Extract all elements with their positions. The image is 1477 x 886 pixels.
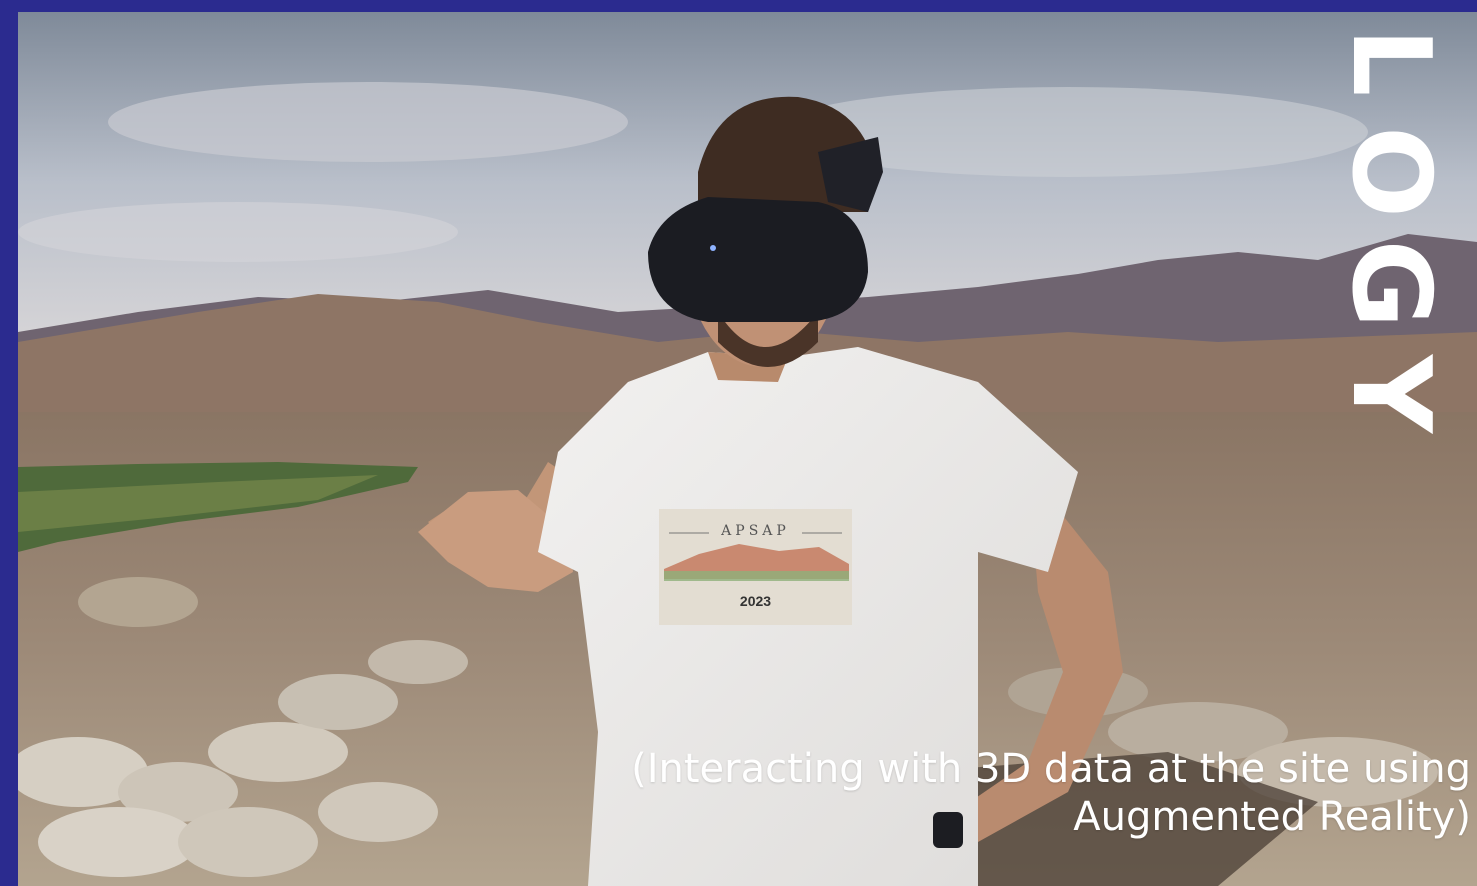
photo-caption: (Interacting with 3D data at the site us… (411, 745, 1471, 841)
caption-line-1: (Interacting with 3D data at the site us… (631, 746, 1471, 792)
shirt-print: APSAP 2023 (659, 509, 852, 625)
shirt-title: APSAP (721, 523, 790, 539)
caption-line-2: Augmented Reality) (1073, 794, 1471, 840)
shirt-year: 2023 (739, 593, 772, 609)
